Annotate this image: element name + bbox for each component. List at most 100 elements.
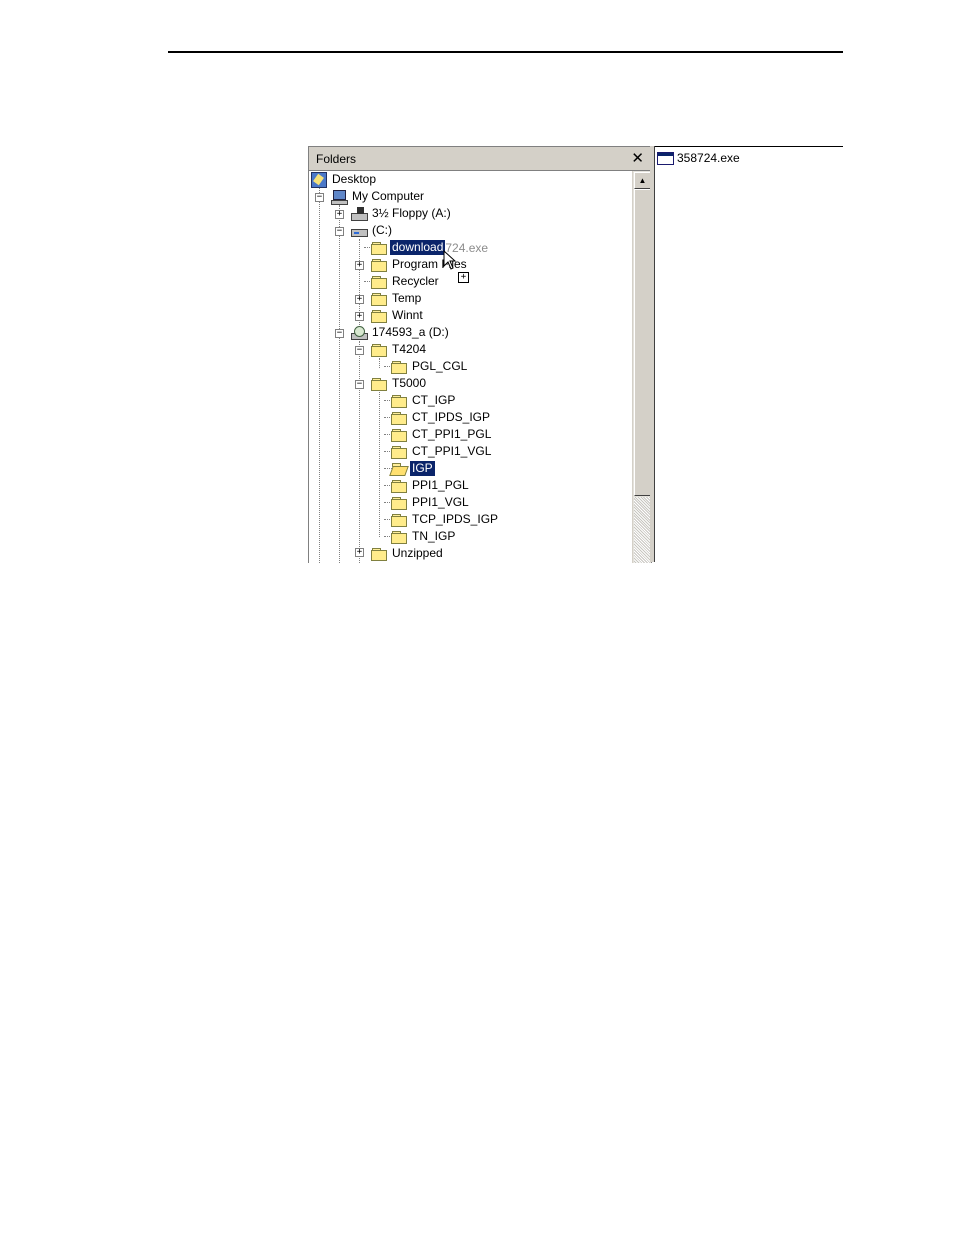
collapse-drive-d-button[interactable]: − bbox=[335, 329, 344, 338]
folder-icon bbox=[371, 241, 387, 255]
tree-item-unzipped[interactable]: Unzipped bbox=[371, 545, 445, 562]
download-label-part: down bbox=[392, 240, 421, 254]
mouse-pointer-icon bbox=[443, 250, 457, 270]
tree-item-label: My Computer bbox=[352, 189, 425, 203]
download-label-part: load bbox=[420, 240, 444, 254]
tree-item-label: Recycler bbox=[392, 274, 439, 288]
tree-item-label: T5000 bbox=[392, 376, 427, 390]
collapse-my-computer-button[interactable]: − bbox=[315, 193, 324, 202]
folder-icon bbox=[391, 428, 407, 442]
expand-floppy-button[interactable]: + bbox=[335, 210, 344, 219]
tree-item-desktop[interactable]: Desktop bbox=[311, 171, 378, 188]
tree-item-label: PPI1_PGL bbox=[412, 478, 469, 492]
expand-program-files-button[interactable]: + bbox=[355, 261, 364, 270]
exe-file-icon bbox=[657, 151, 674, 165]
file-item-label: 358724.exe bbox=[677, 151, 740, 165]
drag-copy-plus-icon: + bbox=[458, 272, 469, 283]
tree-item-ppi1-pgl[interactable]: PPI1_PGL bbox=[391, 477, 471, 494]
tree-item-ppi1-vgl[interactable]: PPI1_VGL bbox=[391, 494, 471, 511]
tree-line bbox=[379, 392, 380, 537]
tree-item-winnt[interactable]: Winnt bbox=[371, 307, 425, 324]
tree-item-label: Winnt bbox=[392, 308, 423, 322]
tree-item-drive-d[interactable]: 174593_a (D:) bbox=[351, 324, 451, 341]
tree-item-label-selected: download bbox=[390, 240, 446, 255]
collapse-t4204-button[interactable]: − bbox=[355, 346, 364, 355]
folder-icon bbox=[391, 445, 407, 459]
cd-drive-icon bbox=[351, 325, 368, 340]
tree-item-floppy[interactable]: 3½ Floppy (A:) bbox=[351, 205, 453, 222]
folder-icon bbox=[391, 394, 407, 408]
tree-item-recycler[interactable]: Recycler bbox=[371, 273, 441, 290]
tree-item-ct-ppi1-vgl[interactable]: CT_PPI1_VGL bbox=[391, 443, 493, 460]
tree-item-tn-igp[interactable]: TN_IGP bbox=[391, 528, 457, 545]
tree-item-label: TN_IGP bbox=[412, 529, 456, 543]
folders-pane-title: Folders bbox=[316, 151, 357, 166]
tree-item-label: PPI1_VGL bbox=[412, 495, 469, 509]
folder-icon bbox=[371, 547, 387, 561]
tree-item-label-selected: IGP bbox=[410, 461, 435, 476]
folder-icon bbox=[391, 513, 407, 527]
collapse-t5000-button[interactable]: − bbox=[355, 380, 364, 389]
tree-item-ct-igp[interactable]: CT_IGP bbox=[391, 392, 457, 409]
scrollbar-track[interactable] bbox=[634, 497, 650, 563]
tree-item-label: CT_IGP bbox=[412, 393, 456, 407]
tree-item-label: Temp bbox=[392, 291, 422, 305]
file-list-pane: 358724.exe bbox=[655, 146, 843, 563]
tree-item-pgl-cgl[interactable]: PGL_CGL bbox=[391, 358, 469, 375]
tree-line bbox=[379, 358, 380, 368]
tree-line bbox=[359, 341, 360, 563]
tree-line bbox=[319, 188, 320, 563]
tree-item-label: CT_PPI1_VGL bbox=[412, 444, 492, 458]
folders-pane: Folders ✕ − + − + + + − − − + Desktop My… bbox=[308, 146, 652, 563]
folder-tree: − + − + + + − − − + Desktop My Computer … bbox=[309, 171, 632, 563]
tree-item-label: TCP_IPDS_IGP bbox=[412, 512, 499, 526]
tree-item-t4204[interactable]: T4204 bbox=[371, 341, 428, 358]
folders-pane-header: Folders ✕ bbox=[309, 147, 651, 171]
file-item[interactable]: 358724.exe bbox=[657, 151, 740, 165]
tree-line bbox=[339, 205, 340, 563]
tree-item-label: CT_IPDS_IGP bbox=[412, 410, 491, 424]
tree-item-download[interactable]: download 724.exe bbox=[371, 239, 488, 256]
folder-icon bbox=[371, 258, 387, 272]
expand-temp-button[interactable]: + bbox=[355, 295, 364, 304]
tree-item-label: CT_PPI1_PGL bbox=[412, 427, 492, 441]
page-top-rule bbox=[168, 51, 843, 53]
tree-item-label: 174593_a (D:) bbox=[372, 325, 449, 339]
folder-icon bbox=[371, 343, 387, 357]
scroll-up-button[interactable]: ▲ bbox=[634, 172, 651, 189]
folder-icon bbox=[391, 479, 407, 493]
scrollbar-thumb[interactable] bbox=[634, 189, 651, 496]
tree-vertical-scrollbar[interactable]: ▲ bbox=[632, 171, 651, 563]
open-folder-icon bbox=[391, 462, 407, 476]
tree-item-drive-c[interactable]: (C:) bbox=[351, 222, 394, 239]
my-computer-icon bbox=[331, 189, 348, 205]
tree-item-label: PGL_CGL bbox=[412, 359, 468, 373]
hard-drive-icon bbox=[351, 224, 368, 238]
tree-item-ct-ipds-igp[interactable]: CT_IPDS_IGP bbox=[391, 409, 492, 426]
tree-item-label: Desktop bbox=[332, 172, 377, 186]
tree-item-label: 3½ Floppy (A:) bbox=[372, 206, 451, 220]
expand-winnt-button[interactable]: + bbox=[355, 312, 364, 321]
tree-item-label: Unzipped bbox=[392, 546, 443, 560]
tree-item-label: T4204 bbox=[392, 342, 427, 356]
expand-unzipped-button[interactable]: + bbox=[355, 548, 364, 557]
folder-icon bbox=[371, 275, 387, 289]
floppy-drive-icon bbox=[351, 206, 368, 221]
collapse-drive-c-button[interactable]: − bbox=[335, 227, 344, 236]
tree-item-tcp-ipds-igp[interactable]: TCP_IPDS_IGP bbox=[391, 511, 500, 528]
tree-item-temp[interactable]: Temp bbox=[371, 290, 423, 307]
folder-icon bbox=[391, 530, 407, 544]
tree-item-my-computer[interactable]: My Computer bbox=[331, 188, 426, 205]
tree-item-t5000[interactable]: T5000 bbox=[371, 375, 428, 392]
shared-folder-icon bbox=[371, 309, 387, 323]
folder-icon bbox=[391, 496, 407, 510]
folder-icon bbox=[391, 360, 407, 374]
desktop-icon bbox=[311, 171, 327, 188]
tree-item-label: (C:) bbox=[372, 223, 392, 237]
close-pane-button[interactable]: ✕ bbox=[631, 151, 644, 166]
tree-item-ct-ppi1-pgl[interactable]: CT_PPI1_PGL bbox=[391, 426, 493, 443]
folder-icon bbox=[371, 377, 387, 391]
tree-item-igp[interactable]: IGP bbox=[391, 460, 435, 477]
folder-icon bbox=[391, 411, 407, 425]
folder-icon bbox=[371, 292, 387, 306]
